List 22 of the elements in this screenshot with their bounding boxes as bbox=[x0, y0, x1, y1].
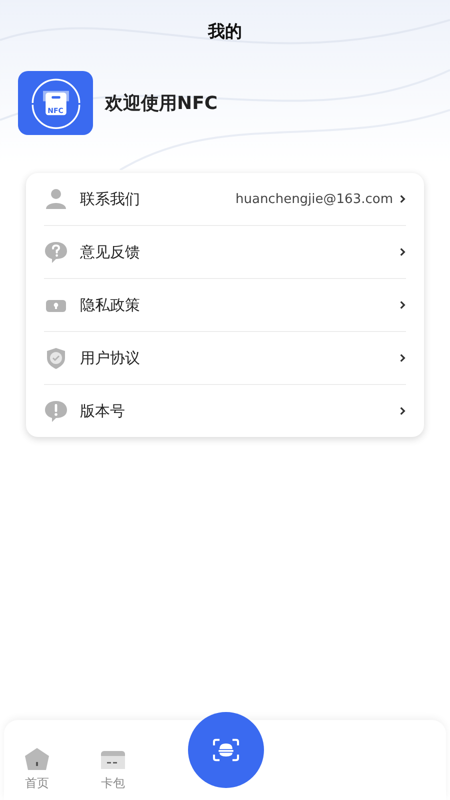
page-title: 我的 bbox=[206, 21, 243, 43]
card-icon bbox=[100, 749, 126, 771]
chevron-right-icon bbox=[399, 300, 406, 310]
person-icon bbox=[44, 187, 68, 211]
tab[interactable]: 首页 bbox=[24, 747, 50, 792]
chevron-right-icon bbox=[399, 353, 406, 363]
question-bubble-icon bbox=[44, 240, 68, 264]
chevron-right-icon bbox=[399, 247, 406, 257]
exclamation-bubble-icon bbox=[44, 399, 68, 423]
menu-item[interactable]: 意见反馈 bbox=[44, 226, 406, 279]
menu-item[interactable]: 用户协议 bbox=[44, 332, 406, 385]
scan-icon bbox=[212, 738, 240, 762]
menu-item[interactable]: 版本号 bbox=[44, 385, 406, 437]
shield-check-icon bbox=[44, 346, 68, 370]
tab[interactable]: 卡包 bbox=[100, 749, 126, 792]
chevron-right-icon bbox=[399, 406, 406, 416]
menu-item[interactable]: 隐私政策 bbox=[44, 279, 406, 332]
email-address: huanchengjie@163.com bbox=[236, 192, 393, 206]
welcome-text: 欢迎使用NFC bbox=[105, 92, 218, 115]
menu-item[interactable]: 联系我们 huanchengjie@163.com bbox=[44, 173, 406, 226]
house-icon bbox=[24, 747, 50, 771]
chevron-right-icon bbox=[399, 194, 406, 204]
